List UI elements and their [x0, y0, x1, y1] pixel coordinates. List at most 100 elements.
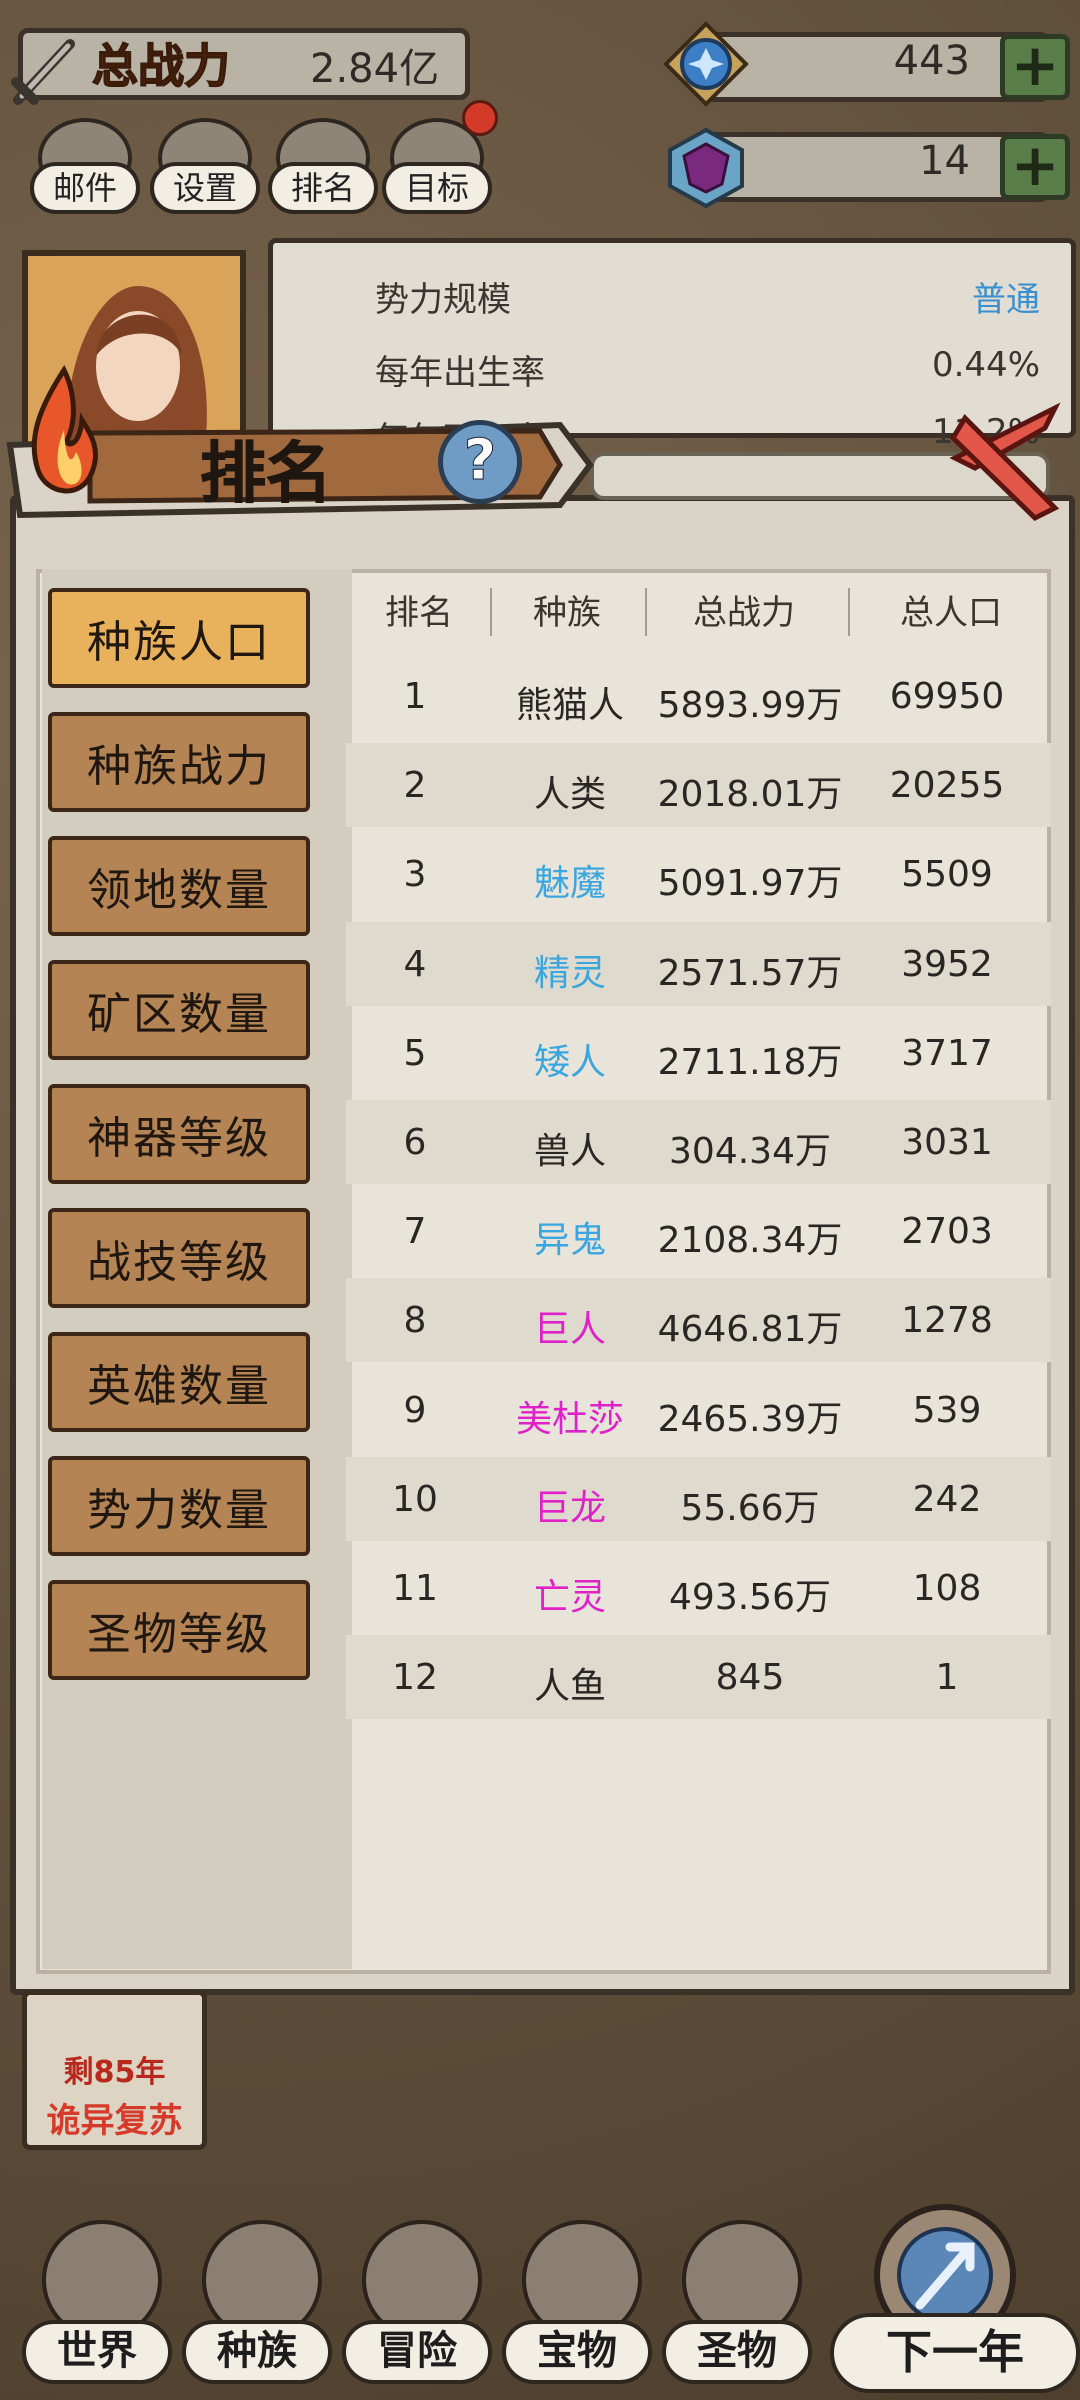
nav-adventure[interactable]: 冒险 [340, 2220, 500, 2390]
column-header-power: 总战力 [693, 593, 795, 633]
nav-label: 种族 [182, 2320, 332, 2384]
column-header-rank: 排名 [385, 593, 453, 633]
total-power-value: 2.84亿 [310, 46, 440, 92]
table-cell-rank: 3 [403, 854, 427, 896]
table-cell-rank: 7 [403, 1211, 427, 1253]
purple-gem-icon [668, 127, 744, 209]
table-cell-rank: 12 [392, 1657, 438, 1699]
ranking-title: 排名 [200, 435, 333, 513]
column-divider [645, 588, 647, 636]
notification-dot [462, 100, 498, 136]
event-title: 诡异复苏 [46, 2101, 183, 2141]
next-year-button[interactable]: 下一年 [830, 2195, 1080, 2400]
resource1-value: 443 [893, 38, 970, 84]
info-label: 势力规模 [375, 280, 511, 320]
table-cell-power: 2465.39万 [657, 1398, 843, 1440]
settings-button[interactable]: 设置 [150, 110, 260, 220]
tab-relic-level[interactable]: 圣物等级 [48, 1580, 310, 1680]
help-button[interactable]: ? [438, 420, 522, 504]
nav-relic[interactable]: 圣物 [660, 2220, 820, 2390]
next-year-label: 下一年 [830, 2313, 1080, 2393]
table-cell-race: 巨龙 [533, 1487, 606, 1529]
table-cell-rank: 6 [403, 1122, 427, 1163]
table-cell-rank: 9 [403, 1389, 427, 1431]
table-cell-pop: 3952 [901, 943, 993, 985]
table-cell-pop: 108 [912, 1568, 982, 1609]
tab-label: 圣物等级 [87, 1609, 271, 1660]
table-cell-race: 亡灵 [533, 1577, 606, 1618]
tab-race-population[interactable]: 种族人口 [48, 588, 310, 688]
table-cell-pop: 5509 [901, 854, 993, 896]
table-cell-power: 2711.18万 [657, 1041, 843, 1083]
table-cell-race: 魅魔 [533, 863, 606, 905]
event-countdown: 剩85年 [63, 2055, 166, 2090]
info-value: 0.44% [931, 345, 1040, 385]
info-row-birth-rate: 每年出生率 0.44% [375, 345, 1040, 394]
table-cell-pop: 20255 [889, 765, 1005, 807]
add-resource1-button[interactable]: + [1000, 34, 1070, 100]
table-cell-rank: 11 [392, 1568, 438, 1609]
table-cell-power: 304.34万 [669, 1131, 831, 1172]
table-cell-pop: 539 [912, 1389, 982, 1431]
tab-hero-count[interactable]: 英雄数量 [48, 1332, 310, 1432]
ranking-label: 排名 [268, 162, 378, 214]
info-label: 每年出生率 [375, 353, 545, 393]
table-cell-rank: 2 [403, 765, 427, 807]
table-cell-power: 2571.57万 [657, 952, 843, 994]
event-card[interactable]: 剩85年 诡异复苏 [22, 1990, 207, 2150]
table-cell-rank: 1 [403, 676, 427, 717]
flame-icon [31, 364, 98, 494]
tab-label: 战技等级 [87, 1237, 271, 1288]
mail-button[interactable]: 邮件 [30, 110, 140, 220]
tab-artifact-level[interactable]: 神器等级 [48, 1084, 310, 1184]
table-cell-race: 人类 [533, 774, 606, 816]
nav-race[interactable]: 种族 [180, 2220, 340, 2390]
tab-label: 种族战力 [87, 741, 271, 792]
column-divider [848, 588, 850, 636]
table-cell-pop: 1278 [901, 1300, 993, 1342]
table-cell-power: 5893.99万 [657, 685, 843, 726]
table-cell-pop: 2703 [901, 1211, 993, 1253]
info-value: 普通 [972, 280, 1040, 320]
nav-label: 冒险 [342, 2320, 492, 2384]
mail-label: 邮件 [30, 162, 140, 214]
table-cell-pop: 242 [912, 1478, 982, 1520]
table-cell-power: 845 [715, 1657, 785, 1699]
table-cell-power: 2108.34万 [657, 1220, 843, 1262]
table-cell-rank: 5 [403, 1032, 427, 1074]
table-cell-pop: 3031 [901, 1122, 993, 1163]
table-cell-race: 矮人 [533, 1041, 606, 1083]
tab-label: 神器等级 [87, 1113, 271, 1164]
ranking-button[interactable]: 排名 [268, 110, 378, 220]
total-power-label: 总战力 [91, 38, 231, 94]
tab-territory-count[interactable]: 领地数量 [48, 836, 310, 936]
table-cell-power: 493.56万 [669, 1577, 831, 1618]
nav-world[interactable]: 世界 [20, 2220, 180, 2390]
nav-label: 圣物 [662, 2320, 812, 2384]
table-cell-race: 人鱼 [533, 1666, 606, 1708]
nav-treasure[interactable]: 宝物 [500, 2220, 660, 2390]
table-cell-power: 5091.97万 [657, 863, 843, 905]
table-cell-race: 兽人 [533, 1131, 606, 1172]
resource-bar-gem [700, 132, 1050, 202]
table-cell-rank: 10 [392, 1478, 438, 1520]
close-icon[interactable] [935, 398, 1075, 538]
table-cell-pop: 1 [935, 1657, 959, 1699]
table-cell-power: 4646.81万 [657, 1309, 843, 1351]
tab-label: 势力数量 [87, 1485, 271, 1536]
tab-skill-level[interactable]: 战技等级 [48, 1208, 310, 1308]
resource-bar-diamond [700, 32, 1050, 102]
tab-faction-count[interactable]: 势力数量 [48, 1456, 310, 1556]
tab-label: 矿区数量 [87, 989, 271, 1040]
table-cell-race: 巨人 [533, 1309, 606, 1351]
tab-race-power[interactable]: 种族战力 [48, 712, 310, 812]
tab-label: 种族人口 [87, 617, 271, 668]
table-cell-rank: 8 [403, 1300, 427, 1342]
add-resource2-button[interactable]: + [1000, 134, 1070, 200]
tab-mine-count[interactable]: 矿区数量 [48, 960, 310, 1060]
settings-label: 设置 [150, 162, 260, 214]
table-cell-race: 熊猫人 [515, 685, 624, 726]
crossed-swords-icon [11, 39, 75, 105]
column-divider [490, 588, 492, 636]
table-cell-race: 异鬼 [533, 1220, 606, 1262]
